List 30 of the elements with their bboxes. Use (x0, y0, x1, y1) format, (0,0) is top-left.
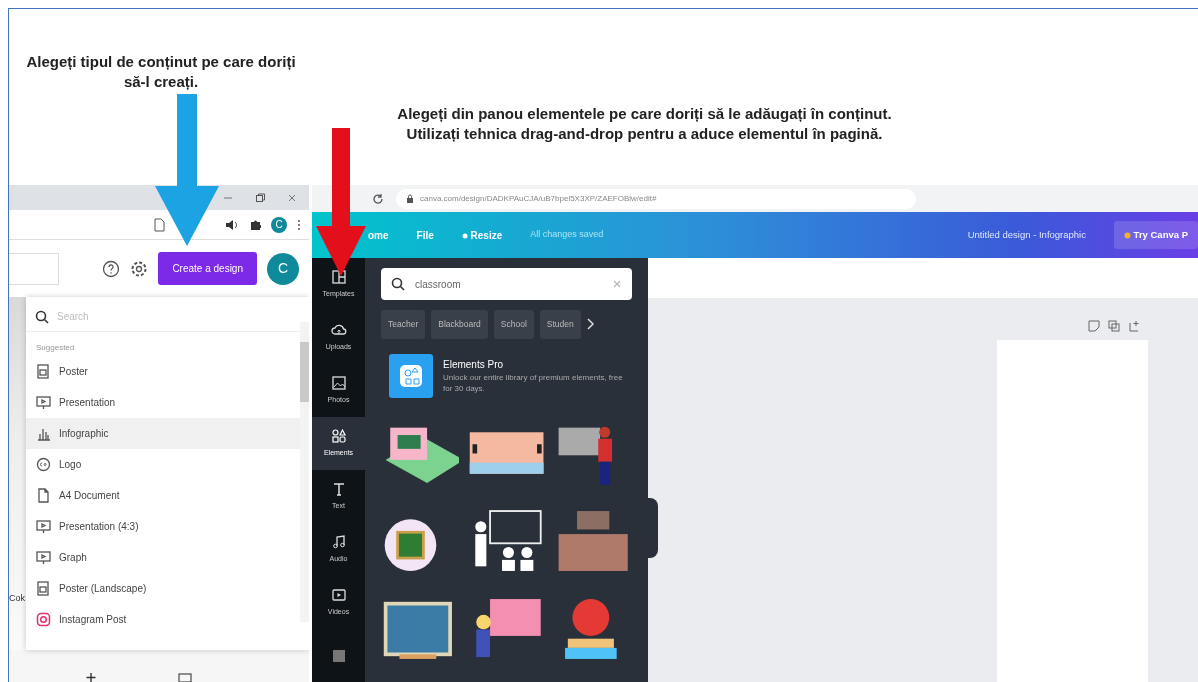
promo-banner[interactable]: Elements Pro Unlock our entire library of premium elements, free for 30 days. (381, 348, 632, 403)
caption: Alegeți tipul de conținut pe care doriți să-l creați. (25, 52, 297, 92)
promo-title: Elements Pro (443, 358, 505, 373)
avatar[interactable]: C (267, 252, 299, 285)
menu-item[interactable]: Presentation (4:3) (26, 511, 309, 542)
suggestion-chip[interactable]: Studen (539, 310, 581, 339)
upgrade-button[interactable]: Try Canva P (1113, 220, 1198, 250)
menu-item[interactable]: Graph (26, 542, 309, 573)
search-placeholder: Search (57, 310, 89, 324)
menu-item[interactable]: Poster (Landscape) (26, 573, 309, 604)
menu-item[interactable]: Poster (26, 356, 309, 387)
search-text: classroom (415, 277, 462, 292)
menu-item[interactable]: Instagram Post (26, 604, 309, 635)
caption: Alegeți din panou elementele pe care doriți să le adăugați în conținut. (396, 104, 893, 124)
suggestion-chip[interactable]: Teacher (381, 310, 426, 339)
section-label: Suggested (35, 342, 76, 354)
save-status: All changes saved (530, 228, 604, 242)
menu-item[interactable]: Presentation (26, 387, 309, 418)
document-title: Untitled design - Infographic (967, 227, 1086, 242)
create-design-button[interactable]: Create a design (158, 252, 257, 285)
promo-text: Unlock our entire library of premium elements, free for 30 days. (443, 372, 624, 395)
edge-text: Cok (9, 591, 26, 605)
suggestion-chip[interactable]: School (493, 310, 534, 339)
caption: Utilizați tehnica drag-and-drop pentru a aduce elementul în pagină. (405, 124, 884, 144)
menu-item[interactable]: Logo (26, 449, 309, 480)
address-bar[interactable]: canva.com/design/DADKPAuCJA/uB7bpel5X3XP/ZAEFOBlw/edit# (396, 188, 916, 209)
suggestion-chip[interactable]: Blackboard (431, 310, 488, 339)
menu-item[interactable]: A4 Document (26, 480, 309, 511)
avatar-icon[interactable]: C (271, 216, 287, 233)
search-field[interactable]: classroom (381, 268, 632, 300)
